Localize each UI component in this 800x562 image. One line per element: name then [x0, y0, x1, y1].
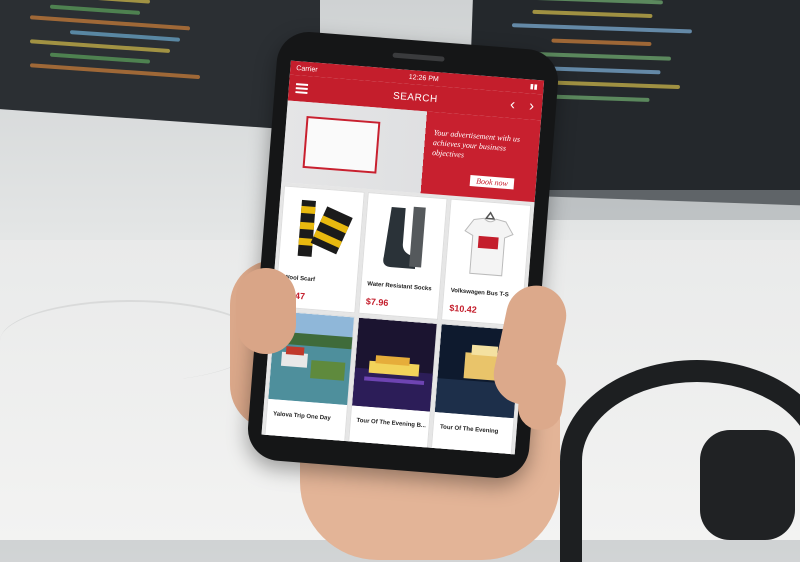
monitor-stand	[520, 190, 800, 220]
page-title: SEARCH	[392, 90, 439, 105]
headphone-ear-cup	[700, 430, 795, 540]
phone-speaker	[392, 52, 445, 62]
banner-text: Your advertisement with us achieves your…	[431, 128, 521, 160]
product-card[interactable]: Water Resistant Socks $7.96	[357, 192, 448, 320]
product-name: Volkswagen Bus T-S	[450, 287, 509, 299]
chevron-left-icon[interactable]: ‹	[509, 96, 515, 113]
tour-name: Yalova Trip One Day	[272, 411, 331, 422]
chevron-right-icon[interactable]: ›	[528, 97, 534, 114]
status-time: 12:26 PM	[408, 73, 439, 83]
book-now-button[interactable]: Book now	[469, 175, 515, 190]
hand-thumb-tip	[236, 268, 296, 354]
product-grid: Wool Scarf $9.47 Water Resistant Socks $…	[261, 182, 535, 455]
tour-name: Tour Of The Evening B...	[356, 417, 427, 430]
socks-image	[382, 206, 426, 269]
carrier-label: Carrier	[296, 64, 318, 74]
hamburger-icon[interactable]	[295, 83, 309, 96]
scarf-image	[297, 199, 353, 257]
product-price: $10.42	[448, 302, 478, 315]
smartphone: Carrier 12:26 PM ▮▮ SEARCH ‹ › Your adve…	[245, 29, 561, 481]
tshirt-image	[464, 211, 514, 277]
banner-billboard-image	[302, 116, 381, 174]
product-name: Water Resistant Socks	[367, 281, 432, 293]
tour-name: Tour Of The Evening	[439, 424, 499, 436]
product-price: $7.96	[365, 296, 389, 308]
cable	[0, 300, 262, 382]
tour-card[interactable]: Tour Of The Evening B...	[347, 316, 439, 453]
tour-image-evening-boat	[351, 317, 439, 412]
banner-arrows: ‹ ›	[509, 96, 534, 115]
battery-icon: ▮▮	[529, 83, 538, 92]
